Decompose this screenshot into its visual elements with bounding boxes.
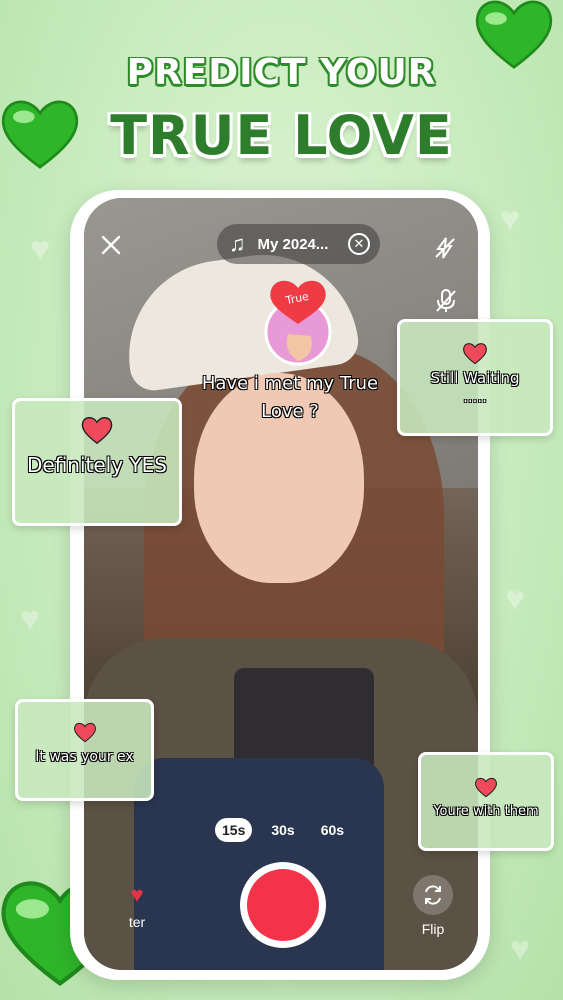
- song-title: My 2024...: [257, 235, 329, 253]
- answer-text: Youre with them: [433, 804, 539, 819]
- answer-card-definitely-yes[interactable]: Definitely YES: [12, 398, 182, 526]
- duration-30s[interactable]: 30s: [264, 818, 301, 842]
- question-text: Have i met my True Love ?: [201, 373, 379, 422]
- heart-icon: [421, 775, 551, 798]
- answer-text: Still Waiting: [430, 369, 520, 387]
- background-heart-icon: ♥: [505, 580, 526, 618]
- headline-line-1: PREDICT YOUR: [126, 52, 437, 93]
- duration-15s[interactable]: 15s: [215, 818, 253, 842]
- background-heart-icon: ♥: [30, 230, 51, 268]
- headline-line-2: TRUE LOVE: [110, 104, 453, 167]
- filter-label: ter: [128, 914, 146, 930]
- clear-song-icon[interactable]: ✕: [348, 233, 370, 255]
- duration-60s[interactable]: 60s: [314, 818, 351, 842]
- background-heart-icon: ♥: [510, 930, 531, 968]
- answer-text: It was your ex: [35, 749, 134, 765]
- flip-label: Flip: [421, 921, 445, 937]
- answer-text: Definitely YES: [27, 453, 167, 477]
- filter-button[interactable]: ♥ ter: [112, 882, 162, 930]
- answer-ellipsis: .....: [463, 388, 487, 406]
- record-button[interactable]: [240, 862, 326, 948]
- close-icon[interactable]: [100, 234, 122, 256]
- heart-icon: [18, 720, 151, 743]
- answer-card-ex[interactable]: It was your ex: [15, 699, 154, 801]
- flip-camera-button[interactable]: Flip: [410, 875, 456, 937]
- answer-card-still-waiting[interactable]: Still Waiting .....: [397, 319, 553, 436]
- duration-selector: 15s 30s 60s: [215, 818, 351, 842]
- flash-off-icon[interactable]: [433, 236, 457, 260]
- filter-heart-icon: ♥: [130, 882, 144, 907]
- true-love-heart-avatar: True: [264, 280, 332, 366]
- heart-icon: [400, 340, 550, 365]
- background-heart-icon: ♥: [20, 600, 41, 638]
- flip-camera-icon: [413, 875, 453, 915]
- answer-card-with-them[interactable]: Youre with them: [418, 752, 554, 851]
- mic-off-icon[interactable]: [434, 288, 458, 314]
- background-heart-icon: ♥: [500, 200, 521, 238]
- music-note-icon: ♫: [229, 231, 246, 256]
- heart-icon: [15, 413, 179, 445]
- music-selector[interactable]: ♫ My 2024... ✕: [217, 224, 380, 264]
